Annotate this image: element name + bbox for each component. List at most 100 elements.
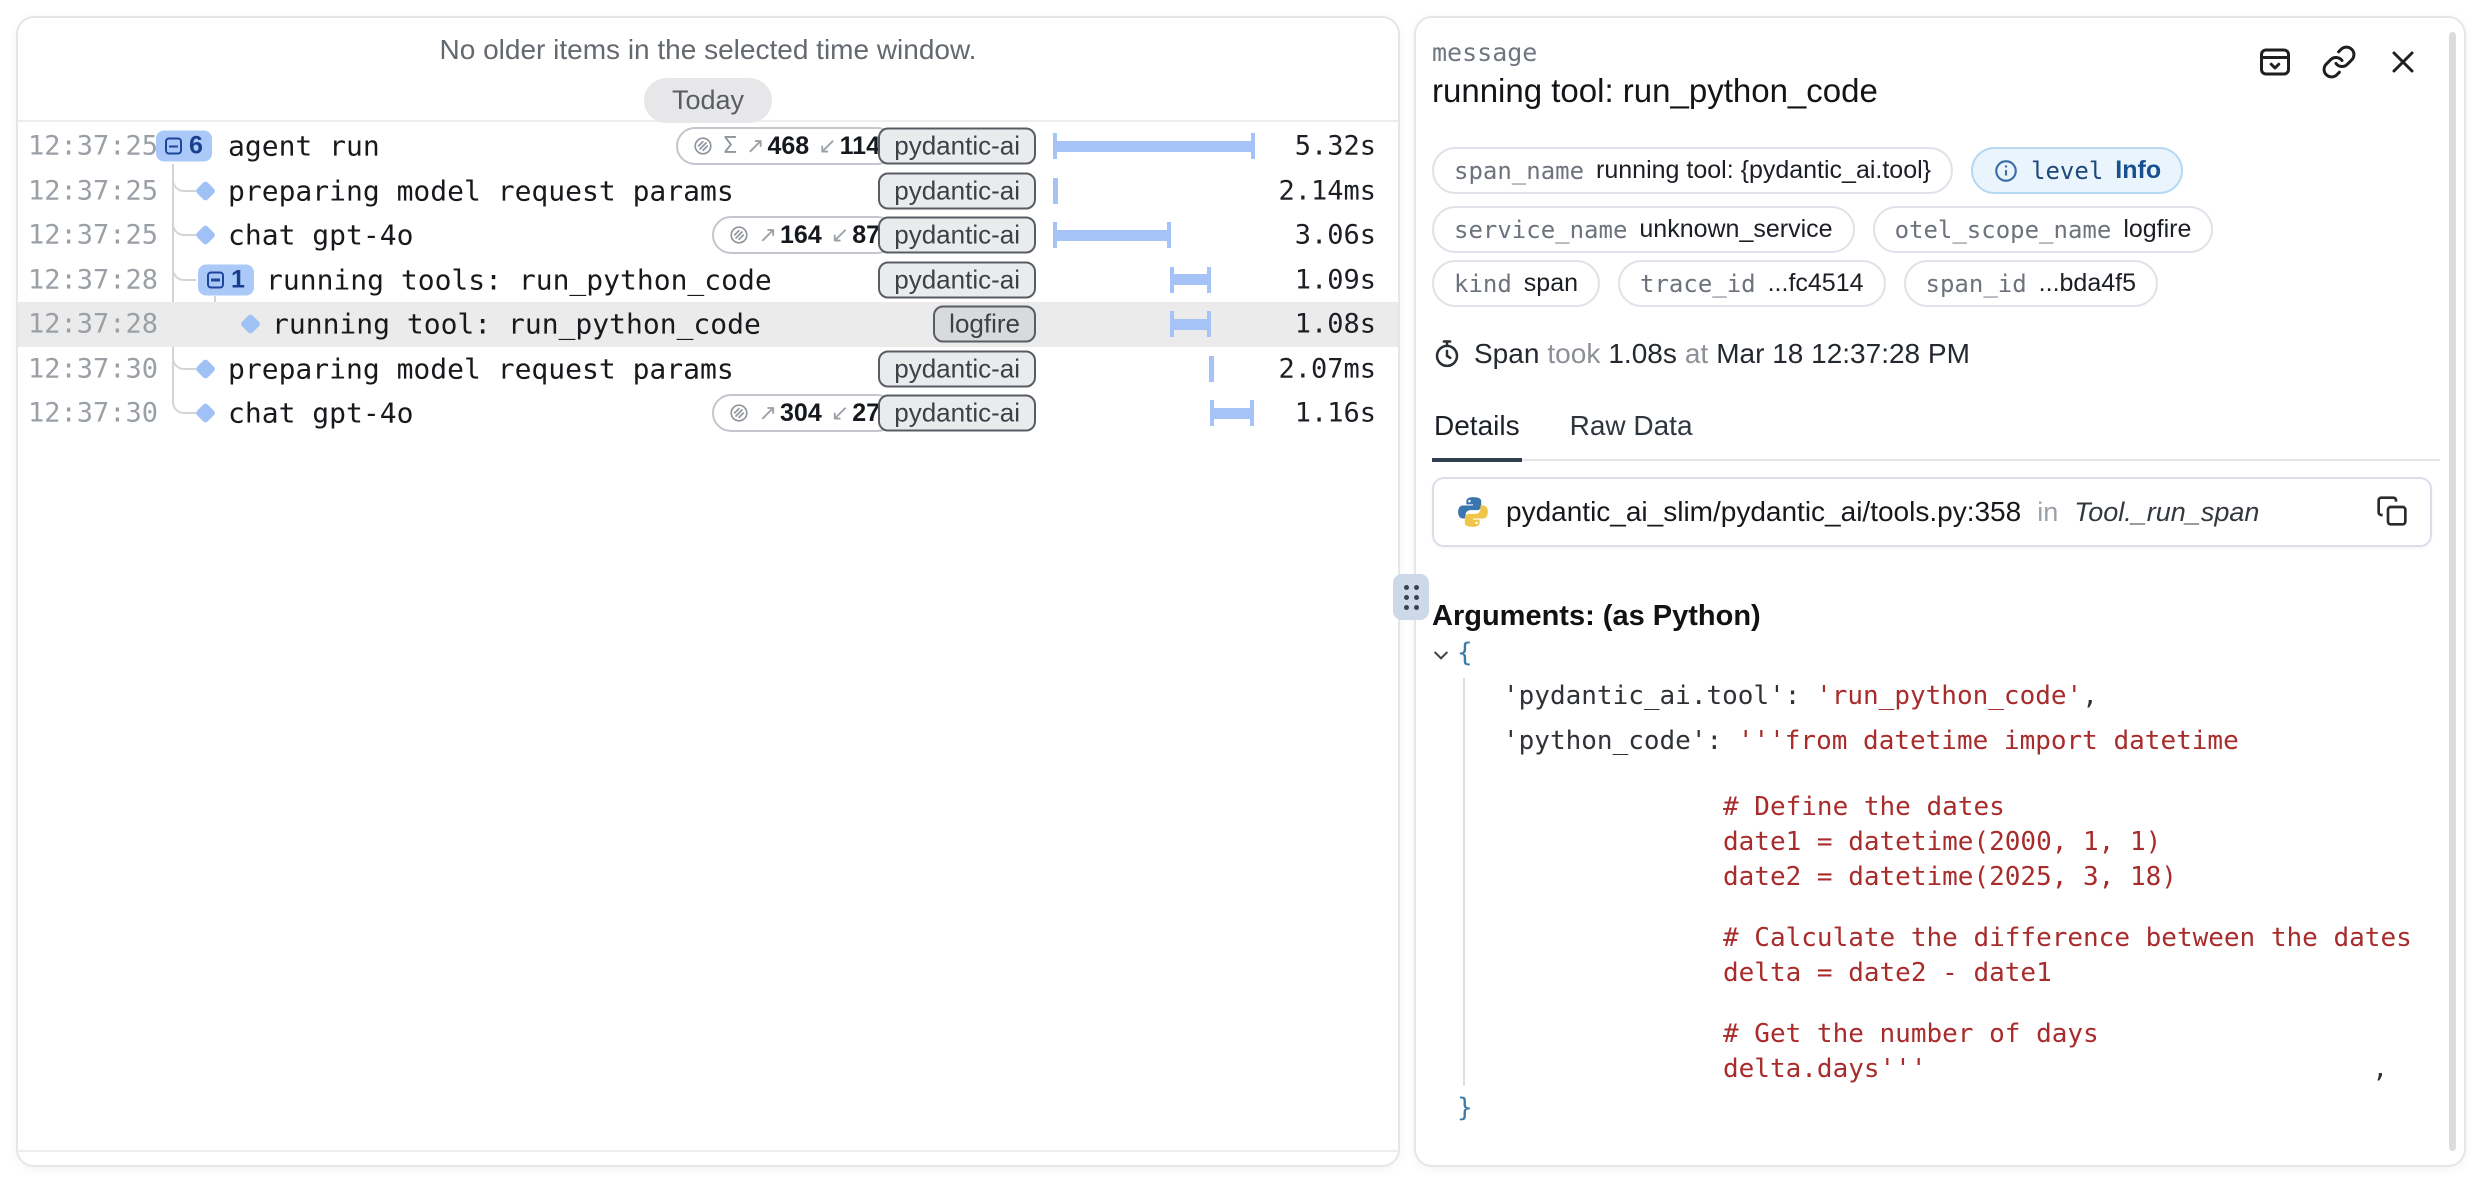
span-duration: 5.32s <box>1295 131 1376 162</box>
attribute-pill: service_name unknown_service <box>1432 206 1855 253</box>
arrow-down-left-icon: ↙ <box>831 222 849 248</box>
scope-tag[interactable]: pydantic-ai <box>878 172 1036 209</box>
duration-bar <box>1210 408 1254 419</box>
scope-tag[interactable]: pydantic-ai <box>878 395 1036 432</box>
arrow-up-right-icon: ↗ <box>759 400 777 426</box>
trace-row[interactable]: 12:37:28running tool: run_python_codelog… <box>18 302 1398 347</box>
scope-tag[interactable]: pydantic-ai <box>878 128 1036 165</box>
code-line: 'pydantic_ai.tool': 'run_python_code', <box>1457 674 2444 719</box>
code-line: delta = date2 - date1 <box>1457 956 2444 991</box>
copy-icon[interactable] <box>2376 495 2408 530</box>
scope-tag[interactable]: pydantic-ai <box>878 350 1036 387</box>
scope-tag[interactable]: logfire <box>933 306 1036 343</box>
span-label: preparing model request params <box>228 174 734 207</box>
span-timeline <box>1053 304 1255 344</box>
link-icon[interactable] <box>2320 44 2358 82</box>
span-timeline <box>1053 349 1255 389</box>
span-timeline <box>1053 171 1255 211</box>
span-duration: 1.09s <box>1295 264 1376 295</box>
span-timeline <box>1053 215 1255 255</box>
panel-resize-handle[interactable] <box>1393 574 1429 620</box>
attribute-value: unknown_service <box>1639 215 1832 244</box>
child-count: 1 <box>231 265 245 294</box>
arguments-heading: Arguments: (as Python) <box>1432 600 1761 633</box>
duration-bar <box>1170 319 1211 330</box>
attribute-pill: kind span <box>1432 260 1600 307</box>
collapse-toggle[interactable]: 1 <box>198 264 254 295</box>
trace-row[interactable]: 12:37:30preparing model request paramspy… <box>18 347 1398 392</box>
close-icon[interactable] <box>2384 44 2422 82</box>
span-diamond-icon <box>239 314 260 335</box>
attribute-pill-row: kind span trace_id...fc4514 span_id ...bda4f… <box>1432 260 2158 307</box>
trace-list-footer <box>18 1150 1398 1165</box>
trace-row[interactable]: 12:37:256agent runΣ↗468↙114pydantic-ai5.… <box>18 124 1398 169</box>
arrow-down-left-icon: ↙ <box>818 133 836 159</box>
sum-icon: Σ <box>723 133 737 159</box>
code-line <box>1457 764 2444 790</box>
info-icon <box>1993 158 2019 184</box>
duration-tick <box>1209 356 1214 382</box>
scope-tag[interactable]: pydantic-ai <box>878 217 1036 254</box>
attribute-value: ...bda4f5 <box>2039 269 2136 298</box>
scope-tag[interactable]: pydantic-ai <box>878 261 1036 298</box>
coin-icon <box>728 224 750 246</box>
source-function: Tool._run_span <box>2074 497 2259 528</box>
span-duration: 1.16s <box>1295 398 1376 429</box>
arrow-down-left-icon: ↙ <box>831 400 849 426</box>
tab-raw-data[interactable]: Raw Data <box>1568 410 1695 462</box>
tab-details[interactable]: Details <box>1432 410 1522 462</box>
trace-list-header: No older items in the selected time wind… <box>18 18 1398 122</box>
trace-list-panel: No older items in the selected time wind… <box>16 16 1400 1167</box>
trace-row[interactable]: 12:37:30chat gpt-4o↗304↙27pydantic-ai1.1… <box>18 391 1398 436</box>
attribute-value: logfire <box>2123 215 2191 244</box>
trace-row[interactable]: 12:37:25chat gpt-4o↗164↙87pydantic-ai3.0… <box>18 213 1398 258</box>
row-timestamp: 12:37:28 <box>28 309 158 340</box>
arrow-up-right-icon: ↗ <box>746 133 764 159</box>
took-text: took <box>1547 338 1600 370</box>
detail-tabs: Details Raw Data <box>1432 410 2440 461</box>
attribute-pill-row: service_name unknown_service otel_scope_na… <box>1432 206 2213 253</box>
span-duration: 2.14ms <box>1278 175 1376 206</box>
code-line: # Calculate the difference between the d… <box>1457 921 2444 956</box>
code-line: # Define the dates <box>1457 790 2444 825</box>
collapse-toggle[interactable]: 6 <box>156 131 212 162</box>
duration-tick <box>1053 178 1058 204</box>
detail-scrollbar[interactable] <box>2449 32 2456 1151</box>
source-location-box: pydantic_ai_slim/pydantic_ai/tools.py:35… <box>1432 477 2432 547</box>
code-line: date1 = datetime(2000, 1, 1) <box>1457 825 2444 860</box>
trace-row[interactable]: 12:37:281running tools: run_python_codep… <box>18 258 1398 303</box>
tokens-sent: ↗164 <box>759 221 822 250</box>
attribute-value: running tool: {pydantic_ai.tool} <box>1596 156 1931 185</box>
attribute-key: kind <box>1454 270 1512 298</box>
span-title: running tool: run_python_code <box>1432 72 1878 110</box>
trailing-comma: , <box>2372 1052 2388 1087</box>
attribute-key: service_name <box>1454 216 1627 244</box>
attribute-key: span_name <box>1454 157 1584 185</box>
tokens-received: ↙87 <box>831 221 880 250</box>
attribute-key: span_id <box>1926 270 2027 298</box>
span-duration: 1.08s <box>1295 309 1376 340</box>
child-count: 6 <box>189 132 203 161</box>
duration-bar <box>1053 141 1255 152</box>
trace-row[interactable]: 12:37:25preparing model request paramspy… <box>18 169 1398 214</box>
arguments-code-block: {'pydantic_ai.tool': 'run_python_code','… <box>1457 632 2444 1129</box>
message-kicker: message <box>1432 38 1537 67</box>
attribute-pill: otel_scope_namelogfire <box>1873 206 2214 253</box>
code-line: 'python_code': '''from datetime import d… <box>1457 719 2444 764</box>
token-usage-badge: ↗164 ↙87 <box>712 216 896 254</box>
detail-header-actions <box>2256 44 2422 82</box>
collapse-chevron-icon[interactable] <box>1431 642 1451 672</box>
archive-icon[interactable] <box>2256 44 2294 82</box>
code-line <box>1457 895 2444 921</box>
coin-icon <box>692 135 714 157</box>
span-diamond-icon <box>194 180 215 201</box>
tokens-sent: ↗304 <box>759 399 822 428</box>
token-usage-badge: ↗304↙27 <box>712 394 896 432</box>
attribute-value: span <box>1524 269 1578 298</box>
span-duration: 3.06s <box>1295 220 1376 251</box>
took-text: 1.08s <box>1608 338 1677 370</box>
attribute-pill: trace_id...fc4514 <box>1618 260 1886 307</box>
tokens-sent: ↗468 <box>746 132 809 161</box>
attribute-pill-row: span_name running tool: {pydantic_ai.tool… <box>1432 147 2183 194</box>
today-button[interactable]: Today <box>644 78 772 123</box>
